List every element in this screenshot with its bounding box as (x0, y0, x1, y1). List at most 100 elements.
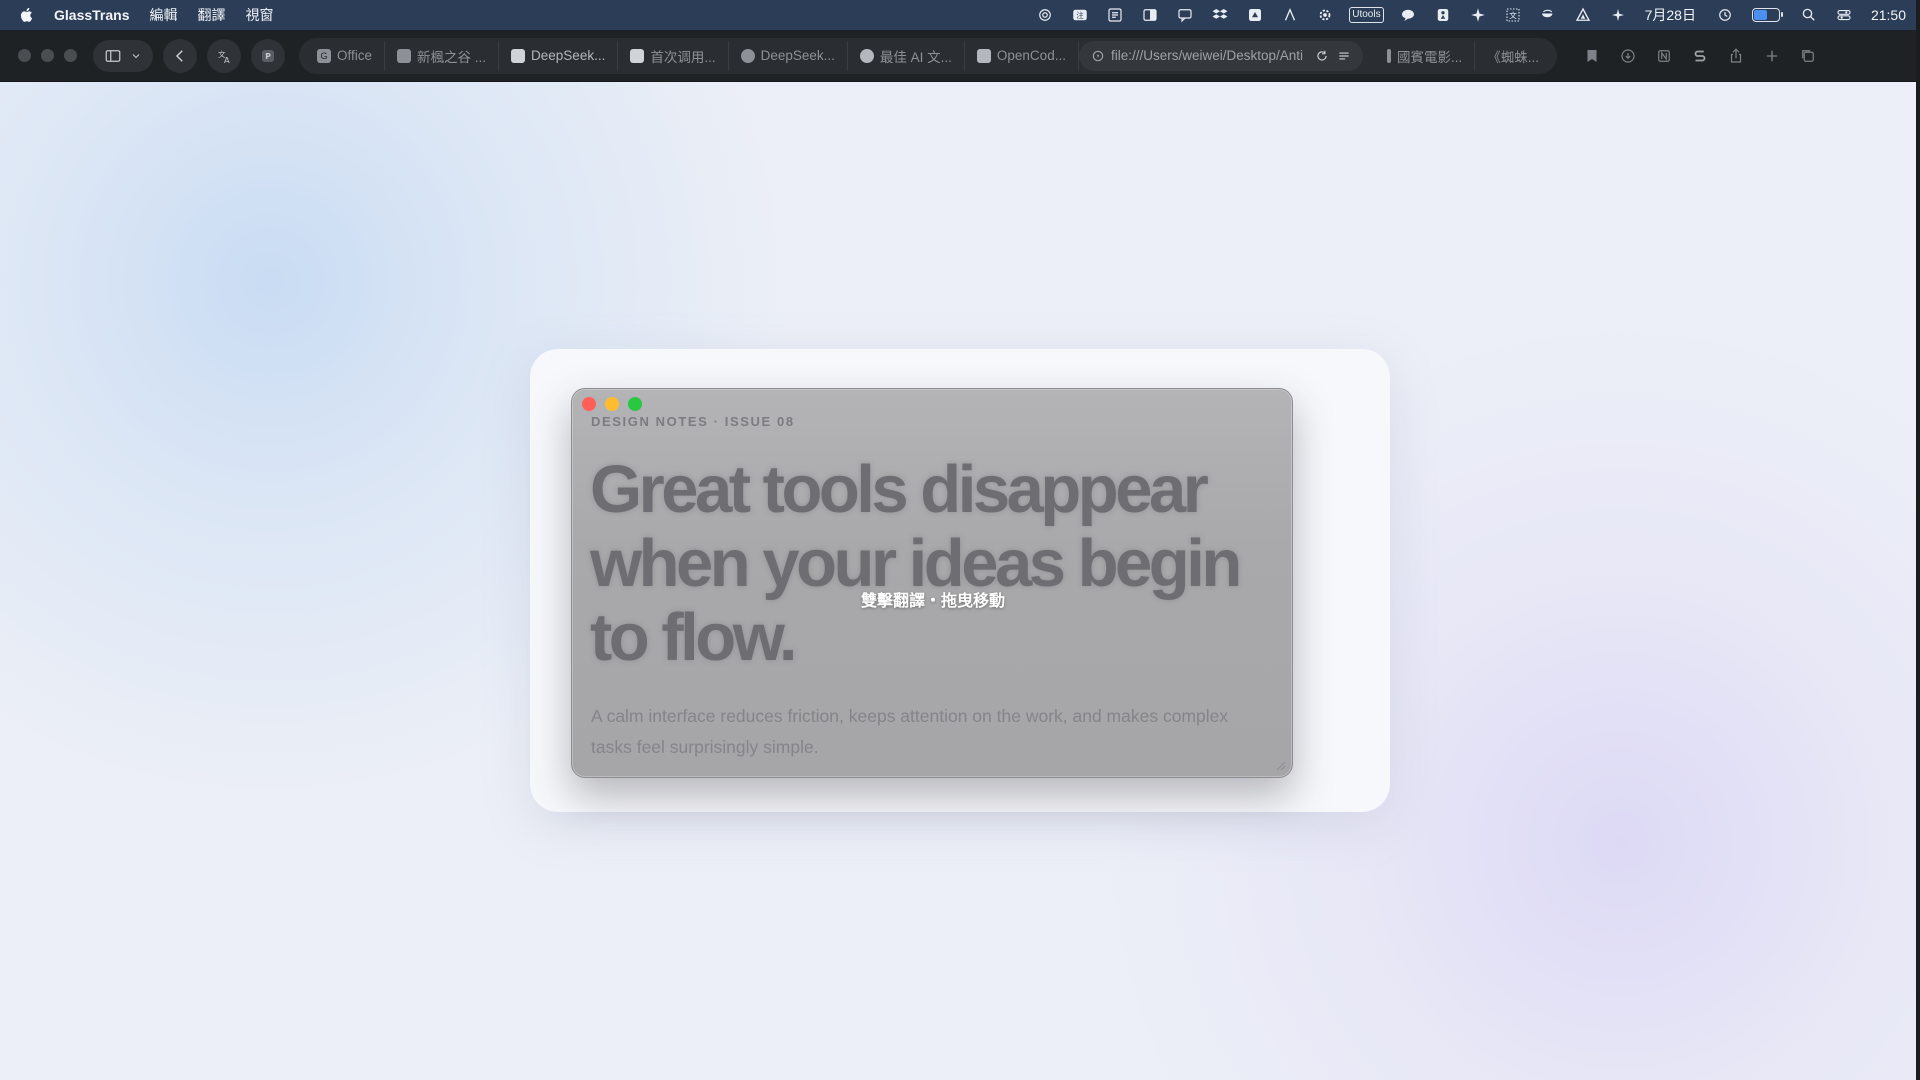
tab-label: 新楓之谷 ... (417, 49, 487, 65)
tab-label: DeepSeek... (760, 48, 835, 63)
tab-label: OpenCod... (996, 48, 1066, 63)
translate-icon[interactable]: 注 (1069, 6, 1091, 24)
apple-logo-icon[interactable] (18, 6, 36, 24)
tab-label: 《蜘蛛... (1487, 49, 1539, 65)
chevron-left-icon (175, 49, 183, 62)
extension-button[interactable]: P (251, 38, 285, 73)
tab-deepseek-2[interactable]: DeepSeek... (729, 40, 848, 71)
tab-first-call[interactable]: 首次调用... (618, 40, 729, 71)
document-icon (397, 48, 412, 63)
font-icon[interactable] (1279, 6, 1301, 24)
tab-label: 最佳 AI 文... (879, 49, 952, 65)
sidebar-icon[interactable] (1139, 6, 1161, 24)
clock-icon[interactable] (1714, 6, 1736, 24)
tab-opencode[interactable]: OpenCod... (965, 40, 1079, 71)
glass-zoom-button[interactable] (628, 397, 642, 411)
app-name-menu[interactable]: GlassTrans (54, 7, 130, 23)
svg-text:P: P (265, 52, 271, 61)
tab-maplestory[interactable]: 新楓之谷 ... (385, 40, 500, 71)
glass-window-controls (582, 397, 651, 411)
compass-icon (1092, 50, 1104, 61)
menu-bar: GlassTrans 編輯 翻譯 視窗 注 Utools 文 7月28日 21:… (0, 0, 1920, 30)
settings-gear-icon[interactable] (1314, 6, 1336, 24)
reload-icon[interactable] (1315, 49, 1329, 63)
body-text: A calm interface reduces friction, keeps… (591, 706, 1229, 757)
glass-close-button[interactable] (582, 397, 596, 411)
chevron-down-icon (132, 53, 140, 58)
new-tab-icon[interactable] (1761, 45, 1783, 67)
translate-icon: 文A (218, 48, 230, 64)
glass-minimize-button[interactable] (605, 397, 619, 411)
bookmark-icon[interactable] (1581, 45, 1603, 67)
url-text[interactable]: file:///Users/weiwei/Desktop/Anti (1111, 48, 1309, 63)
window-minimize-button[interactable] (41, 49, 54, 62)
openai-icon[interactable] (1034, 6, 1056, 24)
svg-text:文: 文 (1509, 10, 1517, 20)
svg-text:注: 注 (1076, 10, 1084, 20)
tab-spider[interactable]: 《蜘蛛... (1475, 41, 1551, 71)
search-icon[interactable] (1798, 6, 1820, 24)
tab-label: DeepSeek... (531, 48, 606, 63)
battery-level-fill (1753, 10, 1767, 20)
resize-handle-icon[interactable] (1274, 759, 1286, 771)
bird-icon (511, 48, 526, 63)
reader-icon[interactable] (1337, 49, 1351, 63)
message-icon[interactable] (1397, 6, 1419, 24)
utools-icon[interactable]: Utools (1349, 7, 1384, 23)
translate-hint: 雙擊翻譯・拖曳移動 (860, 593, 1005, 610)
chat-bubble-icon[interactable] (1174, 6, 1196, 24)
menu-translate[interactable]: 翻譯 (198, 5, 226, 25)
sparkle-icon[interactable] (1467, 6, 1489, 24)
tab-office[interactable]: G Office (305, 40, 386, 71)
opencode-icon (976, 48, 991, 63)
sparkle2-icon[interactable] (1607, 6, 1629, 24)
back-button[interactable] (163, 38, 197, 73)
translate-box-icon[interactable]: 文 (1502, 6, 1524, 24)
window-close-button[interactable] (18, 49, 31, 62)
control-center-icon[interactable] (1833, 6, 1855, 24)
notion-icon[interactable] (1653, 45, 1675, 67)
window-zoom-button[interactable] (64, 49, 77, 62)
figure-icon[interactable] (1432, 6, 1454, 24)
toolbar-right-icons (1567, 45, 1819, 67)
download-icon[interactable] (1617, 45, 1639, 67)
text-icon[interactable] (1104, 6, 1126, 24)
sidebar-icon (105, 49, 121, 62)
cinema-icon (1386, 48, 1391, 63)
battery-icon[interactable] (1751, 8, 1783, 22)
glass-translate-window[interactable]: DESIGN NOTES · ISSUE 08 Great tools disa… (571, 388, 1293, 778)
tab-overview-icon[interactable] (1797, 45, 1819, 67)
extension-p-icon: P (262, 49, 274, 62)
circle-icon (859, 48, 874, 63)
issue-label: DESIGN NOTES · ISSUE 08 (591, 414, 795, 429)
tab-bar: G Office 新楓之谷 ... DeepSeek... 首次调用... Dee… (299, 37, 1557, 74)
menubar-time[interactable]: 21:50 (1871, 7, 1906, 23)
drive-icon[interactable] (1244, 6, 1266, 24)
svg-text:A: A (224, 54, 230, 64)
bird-icon (630, 48, 645, 63)
tab-label: Office (337, 48, 373, 63)
address-bar[interactable]: file:///Users/weiwei/Desktop/Anti (1078, 40, 1363, 71)
window-edge (1916, 0, 1920, 1080)
browser-toolbar: 文A P G Office 新楓之谷 ... DeepSeek... 首次调用..… (0, 30, 1920, 82)
menu-window[interactable]: 視窗 (246, 5, 274, 25)
page-viewport: DESIGN NOTES · ISSUE 08 Great tools disa… (0, 82, 1920, 1080)
tab-deepseek-1[interactable]: DeepSeek... (499, 40, 619, 71)
s-icon[interactable] (1689, 45, 1711, 67)
coffee-icon[interactable] (1537, 6, 1559, 24)
headline: Great tools disappear when your ideas be… (590, 452, 1242, 675)
tab-label: 首次调用... (650, 49, 716, 65)
translate-page-button[interactable]: 文A (207, 38, 241, 73)
deepseek-icon (740, 48, 755, 63)
share-icon[interactable] (1725, 45, 1747, 67)
menu-edit[interactable]: 編輯 (150, 5, 178, 25)
tab-best-ai[interactable]: 最佳 AI 文... (848, 40, 965, 71)
tab-cinema[interactable]: 國賓電影... (1375, 40, 1476, 71)
tab-label: 國賓電影... (1396, 49, 1463, 65)
window-controls (18, 49, 87, 62)
dropbox-icon[interactable] (1209, 6, 1231, 24)
menubar-date[interactable]: 7月28日 (1645, 5, 1696, 25)
sidebar-toggle-button[interactable] (93, 39, 153, 72)
triangle-icon[interactable] (1572, 6, 1594, 24)
google-icon: G (317, 48, 331, 63)
